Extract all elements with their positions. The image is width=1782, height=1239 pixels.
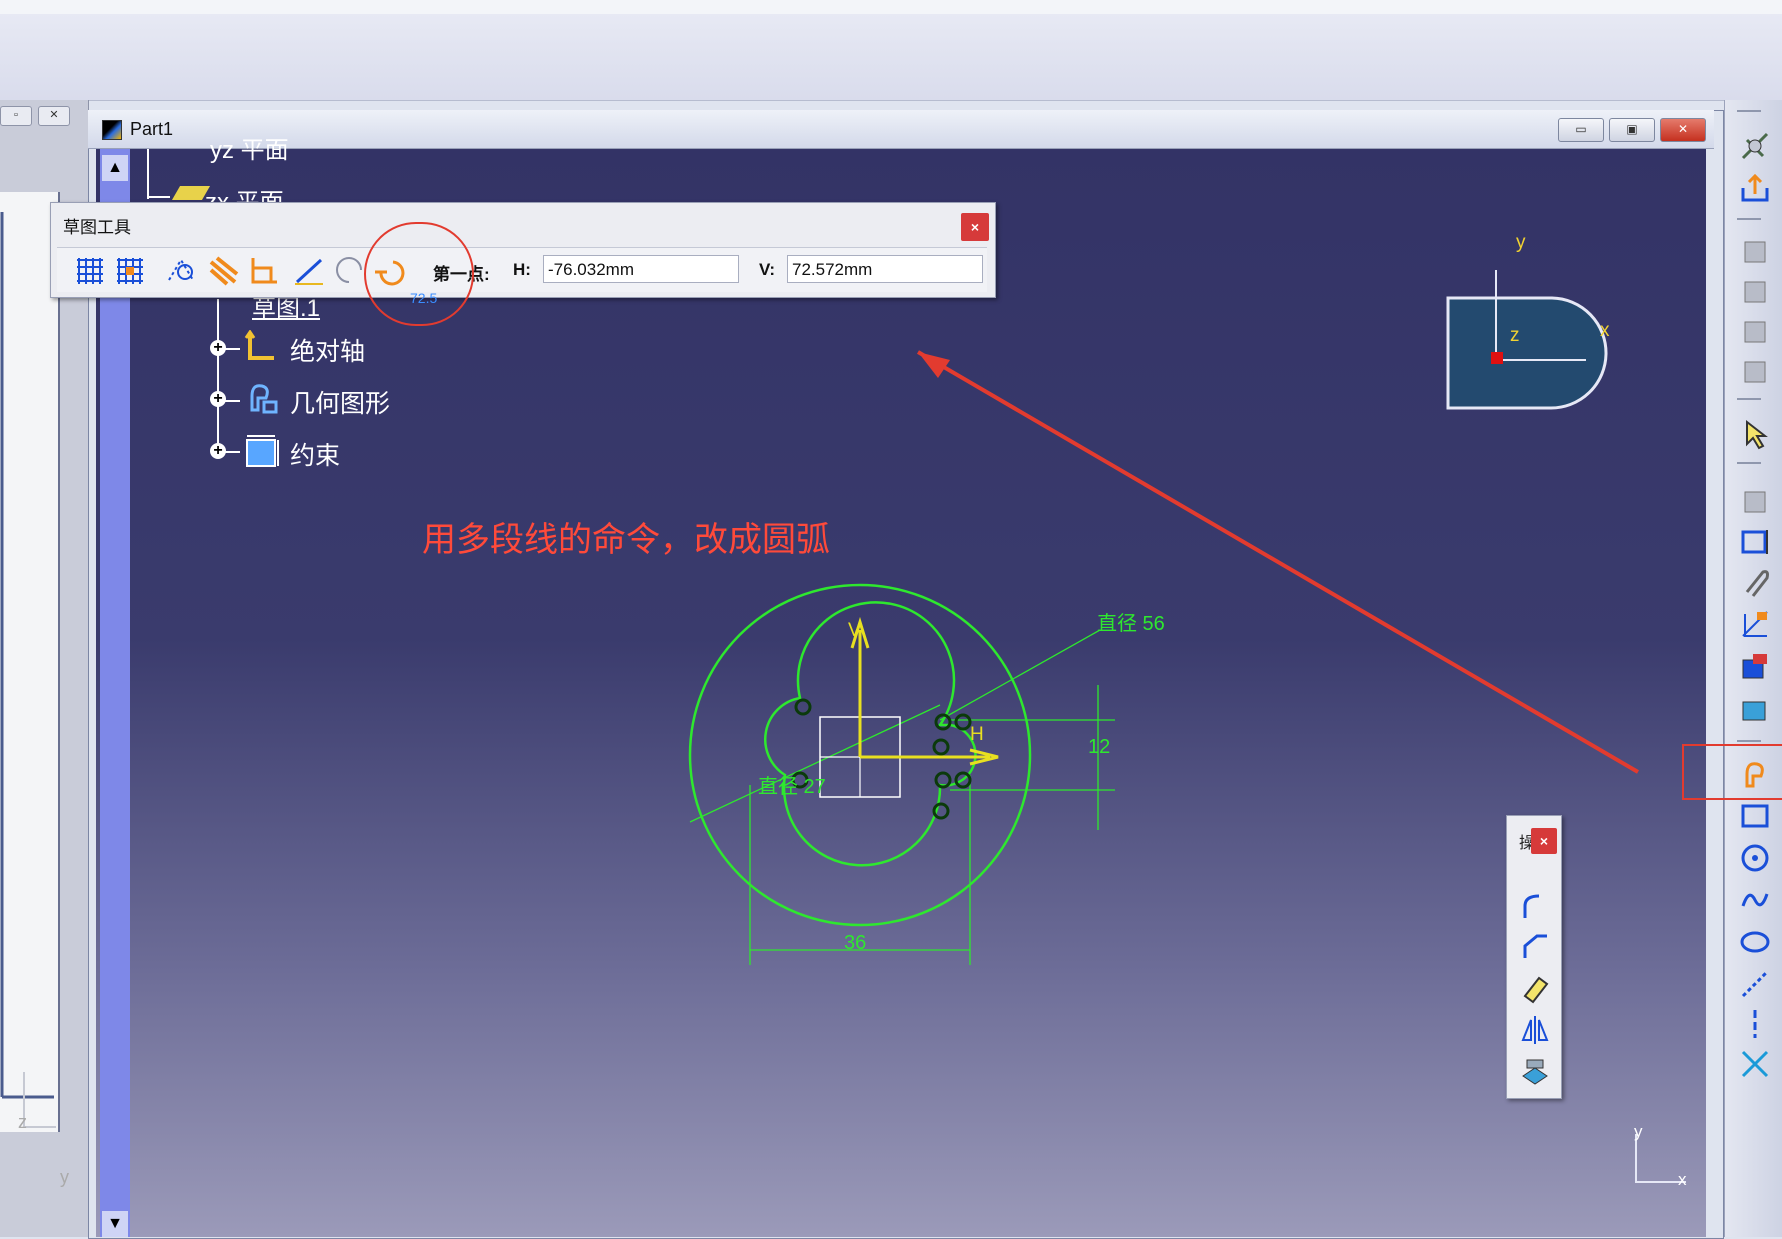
- sketch-tools-toolbar[interactable]: 草图工具 × 第一点: H: -76.032mm V: 72.572mm: [50, 202, 996, 298]
- expand-icon[interactable]: +: [210, 340, 226, 356]
- corner-axis-x: x: [1678, 1170, 1687, 1189]
- dimensional-constraints-icon[interactable]: [247, 254, 279, 286]
- background-document: z y: [0, 192, 69, 1187]
- geometry-icon: [250, 384, 278, 414]
- annotation-text: 用多段线的命令，改成圆弧: [422, 521, 830, 559]
- left-axis-y: y: [60, 1167, 69, 1187]
- profile-icon[interactable]: [1739, 524, 1771, 556]
- tree-scrollbar[interactable]: ▲ ▼: [100, 149, 130, 1237]
- catia-app-icon: [102, 120, 122, 140]
- sketch-icon[interactable]: [1739, 130, 1771, 162]
- cursor-readout: 72.5: [410, 290, 438, 306]
- expand-icon[interactable]: +: [210, 391, 226, 407]
- highlight-box: [1682, 744, 1782, 800]
- tree-item-geometry[interactable]: 几何图形: [290, 384, 390, 420]
- close-button[interactable]: ✕: [1660, 118, 1706, 142]
- view-icon-4[interactable]: [1739, 356, 1771, 388]
- point-icon[interactable]: [1739, 1048, 1771, 1080]
- compass-y: y: [1516, 232, 1526, 253]
- minimize-button[interactable]: ▭: [1558, 118, 1604, 142]
- left-axis-z: z: [18, 1112, 27, 1132]
- axis-icon: [244, 330, 274, 360]
- tangent-arc-icon[interactable]: [333, 254, 365, 286]
- sketch-tools-close-button[interactable]: ×: [961, 213, 989, 241]
- view-icon-2[interactable]: [1739, 276, 1771, 308]
- construction-element-icon[interactable]: [165, 254, 197, 286]
- compass-x: x: [1600, 320, 1610, 341]
- snap-to-point-icon[interactable]: [113, 254, 145, 286]
- h-coordinate-field[interactable]: -76.032mm: [543, 255, 739, 283]
- v-label: V:: [759, 260, 776, 279]
- exit-workbench-icon[interactable]: [1739, 172, 1771, 204]
- annotation-arrow: [916, 350, 1640, 774]
- v-axis-label: V: [848, 620, 861, 641]
- project-3d-icon[interactable]: [1519, 1056, 1551, 1088]
- left-axis-icon: [0, 212, 56, 1128]
- title-strip: [0, 0, 1782, 14]
- constraint-box-icon[interactable]: [1739, 566, 1771, 598]
- mirror-icon[interactable]: [1519, 1014, 1551, 1046]
- corner-axis-y: y: [1634, 1122, 1643, 1141]
- dimension-icon[interactable]: [1739, 650, 1771, 682]
- tree-item-constraints[interactable]: 约束: [290, 436, 340, 472]
- select-icon[interactable]: [1739, 418, 1771, 450]
- trim-icon[interactable]: [1519, 972, 1551, 1004]
- rectangle-icon[interactable]: [1739, 800, 1771, 832]
- dim-width[interactable]: 36: [844, 932, 866, 955]
- corner-icon[interactable]: [1519, 890, 1551, 922]
- maximize-icon[interactable]: ▫: [0, 106, 32, 126]
- maximize-button[interactable]: ▣: [1609, 118, 1655, 142]
- scroll-up-icon[interactable]: ▲: [102, 155, 128, 181]
- operation-toolbar-close-button[interactable]: ×: [1531, 828, 1557, 854]
- clip-icon[interactable]: [1739, 608, 1771, 640]
- close-icon[interactable]: ✕: [38, 106, 70, 126]
- v-coordinate-field[interactable]: 72.572mm: [787, 255, 983, 283]
- operation-toolbar[interactable]: 操 ×: [1506, 815, 1562, 1099]
- h-label: H:: [513, 260, 531, 279]
- ellipse-icon[interactable]: [1739, 926, 1771, 958]
- view-icon-3[interactable]: [1739, 316, 1771, 348]
- highlight-circle: [364, 222, 474, 326]
- sketch-tools-row: 第一点: H: -76.032mm V: 72.572mm: [57, 247, 987, 292]
- line-icon[interactable]: [1739, 968, 1771, 1000]
- line-icon[interactable]: [293, 254, 325, 286]
- spline-icon[interactable]: [1739, 884, 1771, 916]
- grid-icon[interactable]: [73, 254, 105, 286]
- scroll-down-icon[interactable]: ▼: [102, 1211, 128, 1237]
- constraint-icon: [246, 435, 279, 467]
- circle-icon[interactable]: [1739, 842, 1771, 874]
- dim-inner-diameter[interactable]: 直径 27: [758, 770, 826, 799]
- axis-line-icon[interactable]: [1739, 1008, 1771, 1040]
- window-title: Part1: [130, 119, 174, 139]
- construction-icon[interactable]: [1739, 482, 1771, 514]
- view-icon-1[interactable]: [1739, 236, 1771, 268]
- tree-yz-plane[interactable]: yz 平面: [210, 130, 289, 165]
- geometrical-constraints-icon[interactable]: [207, 254, 239, 286]
- right-toolbar[interactable]: [1724, 100, 1782, 1237]
- menu-bar: [0, 14, 1782, 101]
- tree-item-absolute-axis[interactable]: 绝对轴: [290, 332, 365, 368]
- chamfer-icon[interactable]: [1519, 930, 1551, 962]
- expand-icon[interactable]: +: [210, 443, 226, 459]
- part-window-titlebar[interactable]: Part1 ▭ ▣ ✕: [88, 110, 1714, 149]
- sketch-tools-title: 草图工具: [63, 218, 131, 237]
- animate-constraint-icon[interactable]: [1739, 692, 1771, 724]
